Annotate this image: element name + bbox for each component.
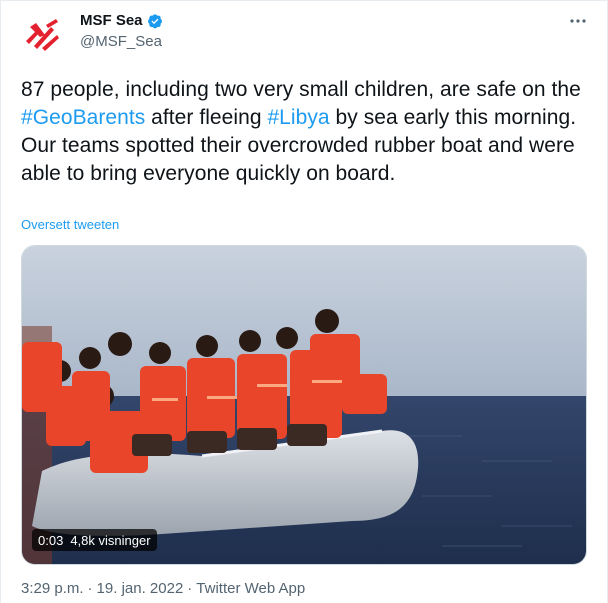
hashtag-libya[interactable]: #Libya (267, 106, 329, 129)
tweet-text: 87 people, including two very small chil… (21, 76, 596, 188)
tweet-text-part: after fleeing (145, 106, 268, 129)
verified-badge-icon (147, 13, 162, 28)
tweet-card: MSF Sea @MSF_Sea 87 people, including tw… (0, 0, 608, 603)
video-stats-badge: 0:03 4,8k visninger (32, 529, 157, 551)
tweet-date[interactable]: 19. jan. 2022 (97, 580, 184, 597)
tweet-source[interactable]: Twitter Web App (196, 580, 305, 597)
display-name[interactable]: MSF Sea (80, 12, 143, 29)
video-player[interactable] (21, 245, 587, 565)
hashtag-geobarents[interactable]: #GeoBarents (21, 106, 145, 129)
tweet-meta: 3:29 p.m. · 19. jan. 2022 · Twitter Web … (21, 580, 305, 597)
tweet-text-part: 87 people, including two very small chil… (21, 78, 581, 101)
video-thumbnail (22, 246, 586, 564)
video-duration: 0:03 (38, 532, 64, 548)
video-views: 4,8k visninger (70, 532, 151, 548)
more-icon (570, 19, 586, 23)
tweet-time[interactable]: 3:29 p.m. (21, 580, 84, 597)
translate-tweet-link[interactable]: Oversett tweeten (21, 217, 119, 232)
more-options-button[interactable] (564, 9, 592, 33)
msf-logo-icon (20, 13, 68, 61)
meta-separator: · (87, 580, 93, 597)
handle[interactable]: @MSF_Sea (80, 33, 162, 50)
avatar[interactable] (20, 13, 68, 61)
meta-separator: · (187, 580, 193, 597)
author-name-row: MSF Sea (80, 12, 163, 29)
